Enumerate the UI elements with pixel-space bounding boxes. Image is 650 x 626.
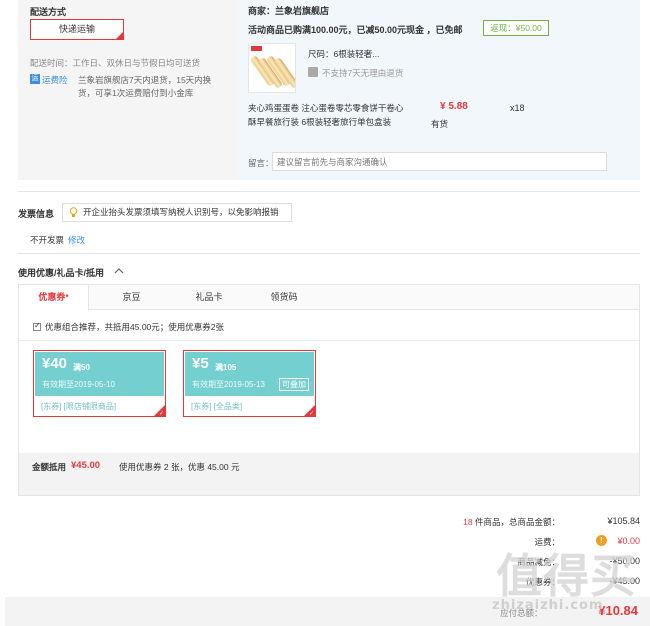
invoice-title: 发票信息 [18,209,55,219]
goods-count: 18 [463,517,473,527]
discount-summary-label: 金额抵用 [32,462,67,472]
insurance-icon: 运 [30,74,40,84]
tab-coupons-label: 优惠券 [38,292,66,302]
shop-name[interactable]: 商家：兰象岩旗舰店 [248,4,329,17]
invoice-tip: 开企业抬头发票须填写纳税人识别号，以免影响报销 [62,203,292,222]
chevron-up-icon[interactable] [114,266,124,276]
coupon-condition: 满105 [215,363,237,372]
section-divider [18,191,640,192]
insurance-description: 兰象岩旗舰店7天内退货，15天内换货，可享1次运费赔付到小金库 [78,75,212,98]
discount-summary-desc: 使用优惠券 2 张，优惠 45.00 元 [119,462,240,472]
invoice-value: 不开发票 [30,235,65,245]
combo-text: 优惠组合推荐，共抵用45.00元；使用优惠券2张 [45,322,224,332]
discount-summary-bar [19,453,639,495]
delivery-panel: 配送方式 快递运输 配送时间：工作日、双休日与节假日均可送货 运 运费险 兰象岩… [18,0,238,180]
coupon-header: ¥5 满105 有效期至2019-05-13 可叠加 [185,352,314,396]
tab-redeem-code[interactable]: 领货码 [254,285,314,310]
check-icon: ✓ [308,411,314,417]
section-divider [18,253,640,254]
coupon-condition: 满50 [73,363,90,372]
product-name[interactable]: 夹心鸡蛋蛋卷 注心蛋卷零芯零食饼干卷心酥早餐旅行装 6根装轻奢旅行单包盒装 [248,101,408,129]
coupon-scope: [东券] [全品类] [191,402,243,411]
combo-checkbox[interactable] [33,321,41,331]
product-spec: 尺码：6根装轻奢... [308,49,380,59]
stackable-badge: 可叠加 [279,378,309,391]
combo-recommend[interactable]: 优惠组合推荐，共抵用45.00元；使用优惠券2张 [33,321,224,333]
invoice-tip-text: 开企业抬头发票须填写纳税人识别号，以免影响报销 [83,207,279,217]
tab-coupons[interactable]: 优惠券* [19,285,89,311]
goods-count-suffix: 件商品，总商品金额： [472,517,560,527]
brand-logo-icon [251,46,262,51]
discount-tabs: 优惠券* 京豆 礼品卡 领货码 [19,285,639,311]
delivery-title: 配送方式 [30,7,67,17]
coupon-expiry: 有效期至2019-05-10 [42,380,115,389]
insurance-label[interactable]: 运费险 [42,74,68,86]
stock-status: 有货 [431,119,449,129]
goods-total: ¥105.84 [607,516,640,526]
tab-gift-card[interactable]: 礼品卡 [179,285,239,310]
no-return-icon [308,67,318,77]
coupon-amount: ¥5 [192,355,209,372]
order-package: 配送方式 快递运输 配送时间：工作日、双休日与节假日均可送货 运 运费险 兰象岩… [18,0,640,180]
product-price: ¥ 5.88 [440,101,468,112]
discount-section-title[interactable]: 使用优惠/礼品卡/抵用 [18,266,104,279]
tab-coupons-mark: * [65,293,69,302]
rebate-badge: 返现：¥50.00 [483,20,549,36]
coupon-card[interactable]: ¥5 满105 有效期至2019-05-13 可叠加 [东券] [全品类] ✓ [183,350,316,417]
coupon-scope: [东券] [限店铺限商品] [41,402,117,411]
delivery-method-button[interactable]: 快递运输 [30,19,124,40]
product-image[interactable] [248,43,296,93]
lightbulb-icon [69,207,78,217]
memo-input[interactable] [272,152,607,171]
coupon-header: ¥40 满50 有效期至2019-05-10 [35,352,164,396]
goods-count-line: 18 件商品，总商品金额： [463,516,560,528]
invoice-edit-link[interactable]: 修改 [68,234,85,246]
coupon-card[interactable]: ¥40 满50 有效期至2019-05-10 [东券] [限店铺限商品] ✓ [33,350,166,417]
discount-panel: 优惠券* 京豆 礼品卡 领货码 优惠组合推荐，共抵用45.00元；使用优惠券2张… [18,284,640,496]
no-return-text: 不支持7天无理由退货 [322,68,404,78]
watermark-logo: 值得买 [496,549,637,603]
watermark-url: zhizaizhi.com [492,598,604,613]
coupon-amount: ¥40 [42,355,68,372]
combo-divider [19,340,639,341]
delivery-time: 配送时间：工作日、双休日与节假日均可送货 [30,58,201,68]
promo-text: 活动商品已购满100.00元，已减50.00元现金 ，已免邮 [248,25,463,35]
discount-summary-value: ¥45.00 [71,460,101,471]
tab-jingdou[interactable]: 京豆 [104,285,159,310]
coupon-expiry: 有效期至2019-05-13 [192,380,265,389]
memo-label: 留言： [248,158,274,168]
product-quantity: x18 [510,103,525,113]
check-icon: ✓ [158,411,164,417]
